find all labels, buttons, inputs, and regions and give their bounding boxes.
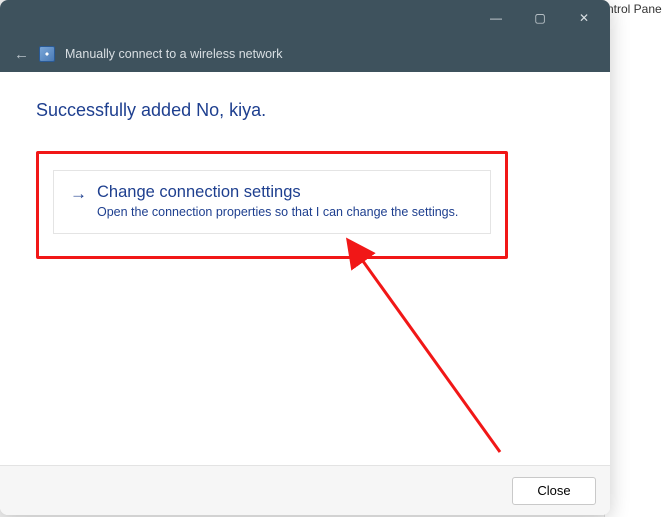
arrow-right-icon: → xyxy=(70,183,87,205)
minimize-button[interactable]: — xyxy=(474,3,518,33)
annotation-arrow xyxy=(0,72,610,472)
maximize-icon: ▢ xyxy=(534,11,545,25)
back-button[interactable]: ← xyxy=(14,46,29,63)
option-texts: Change connection settings Open the conn… xyxy=(97,183,458,219)
option-description: Open the connection properties so that I… xyxy=(97,205,458,219)
annotation-highlight: → Change connection settings Open the co… xyxy=(36,151,508,259)
wizard-window: — ▢ ✕ ← Manually connect to a wireless n… xyxy=(0,0,610,515)
close-button[interactable]: Close xyxy=(512,477,596,505)
maximize-button[interactable]: ▢ xyxy=(518,3,562,33)
titlebar: — ▢ ✕ xyxy=(0,0,610,36)
minimize-icon: — xyxy=(490,11,502,25)
wizard-title: Manually connect to a wireless network xyxy=(65,47,282,61)
background-window: ntrol Pane xyxy=(604,0,664,517)
option-title: Change connection settings xyxy=(97,183,458,202)
content-area: Successfully added No, kiya. → Change co… xyxy=(0,72,610,465)
close-icon: ✕ xyxy=(579,11,589,25)
wizard-header: ← Manually connect to a wireless network xyxy=(0,36,610,72)
footer: Close xyxy=(0,465,610,515)
change-connection-settings-option[interactable]: → Change connection settings Open the co… xyxy=(53,170,491,234)
title-close-button[interactable]: ✕ xyxy=(562,3,606,33)
background-partial-text: ntrol Pane xyxy=(607,2,662,16)
success-heading: Successfully added No, kiya. xyxy=(36,100,574,121)
wireless-icon xyxy=(39,46,55,62)
